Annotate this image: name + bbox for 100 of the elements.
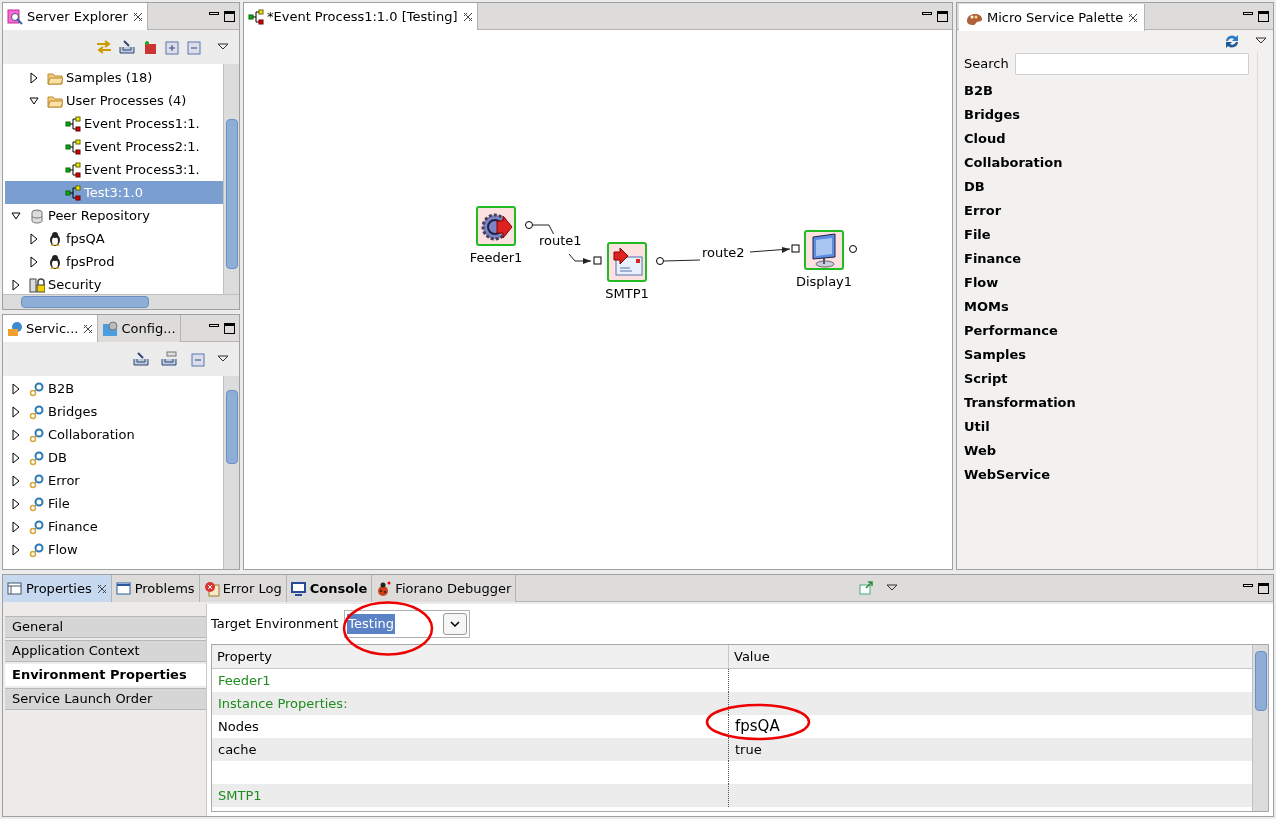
import-icon — [119, 39, 135, 55]
palette-category[interactable]: Flow — [964, 271, 1249, 295]
close-icon — [1128, 12, 1139, 23]
magnifier-icon — [7, 8, 23, 25]
scrollbar[interactable] — [223, 376, 239, 569]
section-tab[interactable]: Service Launch Order — [5, 688, 206, 710]
close-icon — [462, 11, 473, 22]
tree-item[interactable]: fpsQA — [5, 227, 223, 250]
maximize-button[interactable] — [937, 10, 948, 22]
palette-category[interactable]: Util — [964, 415, 1249, 439]
section-tab[interactable]: Environment Properties — [5, 664, 206, 686]
scroll-thumb[interactable] — [1255, 651, 1267, 711]
palette-category[interactable]: Transformation — [964, 391, 1249, 415]
palette-category[interactable]: File — [964, 223, 1249, 247]
panel-tab[interactable]: Fiorano Debugger — [372, 575, 517, 602]
service-node[interactable] — [804, 230, 844, 270]
palette-category[interactable]: MOMs — [964, 295, 1249, 319]
scroll-thumb[interactable] — [226, 390, 238, 464]
minimize-button[interactable] — [1243, 584, 1253, 587]
tree-item[interactable]: Event Process1:1. — [5, 112, 223, 135]
tree-item[interactable]: Security — [5, 273, 223, 294]
panel-tab[interactable]: Server Explorer — [3, 3, 148, 30]
palette-category[interactable]: B2B — [964, 79, 1249, 103]
service-icon — [29, 380, 45, 397]
palette-category[interactable]: Performance — [964, 319, 1249, 343]
tree-item[interactable]: fpsProd — [5, 250, 223, 273]
service-icon — [29, 449, 45, 466]
tree-item[interactable]: Peer Repository — [5, 204, 223, 227]
tree-item[interactable]: DB — [5, 446, 223, 469]
maximize-button[interactable] — [224, 10, 235, 22]
service-icon — [29, 472, 45, 489]
service-icon — [29, 426, 45, 443]
tree-item[interactable]: Event Process3:1. — [5, 158, 223, 181]
output-port[interactable] — [656, 257, 664, 265]
node-label: Feeder1 — [469, 249, 523, 267]
tree-item[interactable]: Error — [5, 469, 223, 492]
palette-category[interactable]: Script — [964, 367, 1249, 391]
palette-category[interactable]: DB — [964, 175, 1249, 199]
minimize-button[interactable] — [209, 12, 219, 15]
maximize-button[interactable] — [224, 322, 235, 334]
input-port[interactable] — [791, 244, 800, 253]
palette-category[interactable]: Cloud — [964, 127, 1249, 151]
input-port[interactable] — [593, 256, 602, 265]
tree-item[interactable]: Flow — [5, 538, 223, 561]
palette-category[interactable]: Error — [964, 199, 1249, 223]
scroll-thumb[interactable] — [226, 119, 238, 269]
route-label: route2 — [701, 246, 746, 260]
output-port[interactable] — [849, 245, 857, 253]
panel-tab[interactable]: Config... — [98, 315, 181, 342]
property-value: fpsQA — [735, 716, 780, 738]
palette-category[interactable]: Web — [964, 439, 1249, 463]
tree-item[interactable]: Finance — [5, 515, 223, 538]
maximize-button[interactable] — [1258, 10, 1269, 22]
minimize-button[interactable] — [209, 324, 219, 327]
palette-category[interactable]: Samples — [964, 343, 1249, 367]
output-port[interactable] — [525, 221, 533, 229]
panel-tab[interactable]: Console — [286, 575, 373, 602]
scrollbar[interactable] — [1252, 645, 1268, 811]
palette-category[interactable]: WebService — [964, 463, 1249, 487]
minimize-button[interactable] — [922, 12, 932, 15]
editor-tab[interactable]: *Event Process1:1.0 [Testing] — [244, 3, 478, 30]
pin-icon — [857, 580, 874, 596]
tree-item[interactable]: B2B — [5, 377, 223, 400]
minimize-button[interactable] — [1243, 12, 1253, 15]
flow-icon — [65, 184, 81, 201]
panel-tab[interactable]: Error Log — [199, 575, 287, 602]
route-connector[interactable] — [532, 224, 592, 264]
scrollbar[interactable] — [223, 64, 239, 294]
palette-category[interactable]: Collaboration — [964, 151, 1249, 175]
panel-tab[interactable]: Servic... — [3, 315, 99, 342]
window-icon — [115, 580, 132, 597]
service-icon — [29, 403, 45, 420]
field-label: Target Environment — [211, 615, 339, 634]
close-icon — [132, 11, 143, 22]
palette-category[interactable]: Finance — [964, 247, 1249, 271]
panel-tab[interactable]: Properties — [3, 575, 112, 602]
panel-tab[interactable]: Micro Service Palette — [959, 4, 1146, 31]
route-connector[interactable] — [663, 247, 791, 262]
node-label: SMTP1 — [605, 285, 649, 303]
column-header[interactable]: Property — [212, 645, 729, 668]
flow-icon — [248, 8, 264, 25]
scrollbar[interactable] — [3, 294, 239, 309]
tree-item[interactable]: User Processes (4) — [5, 89, 223, 112]
environment-dropdown[interactable]: Testing — [344, 610, 471, 638]
search-field[interactable] — [1014, 53, 1249, 75]
tree-item[interactable]: Collaboration — [5, 423, 223, 446]
service-node[interactable] — [607, 242, 647, 282]
tree-item[interactable]: Bridges — [5, 400, 223, 423]
column-header[interactable]: Value — [729, 645, 1252, 668]
section-tab[interactable]: Application Context — [5, 640, 206, 662]
maximize-button[interactable] — [1258, 582, 1269, 594]
tree-item[interactable]: Samples (18) — [5, 66, 223, 89]
service-node[interactable] — [476, 206, 516, 246]
tree-item[interactable]: File — [5, 492, 223, 515]
tree-item[interactable]: Event Process2:1. — [5, 135, 223, 158]
panel-tab[interactable]: Problems — [111, 575, 200, 602]
scroll-thumb[interactable] — [21, 296, 149, 308]
monitor-icon — [290, 580, 307, 597]
palette-category[interactable]: Bridges — [964, 103, 1249, 127]
section-tab[interactable]: General — [5, 616, 206, 638]
